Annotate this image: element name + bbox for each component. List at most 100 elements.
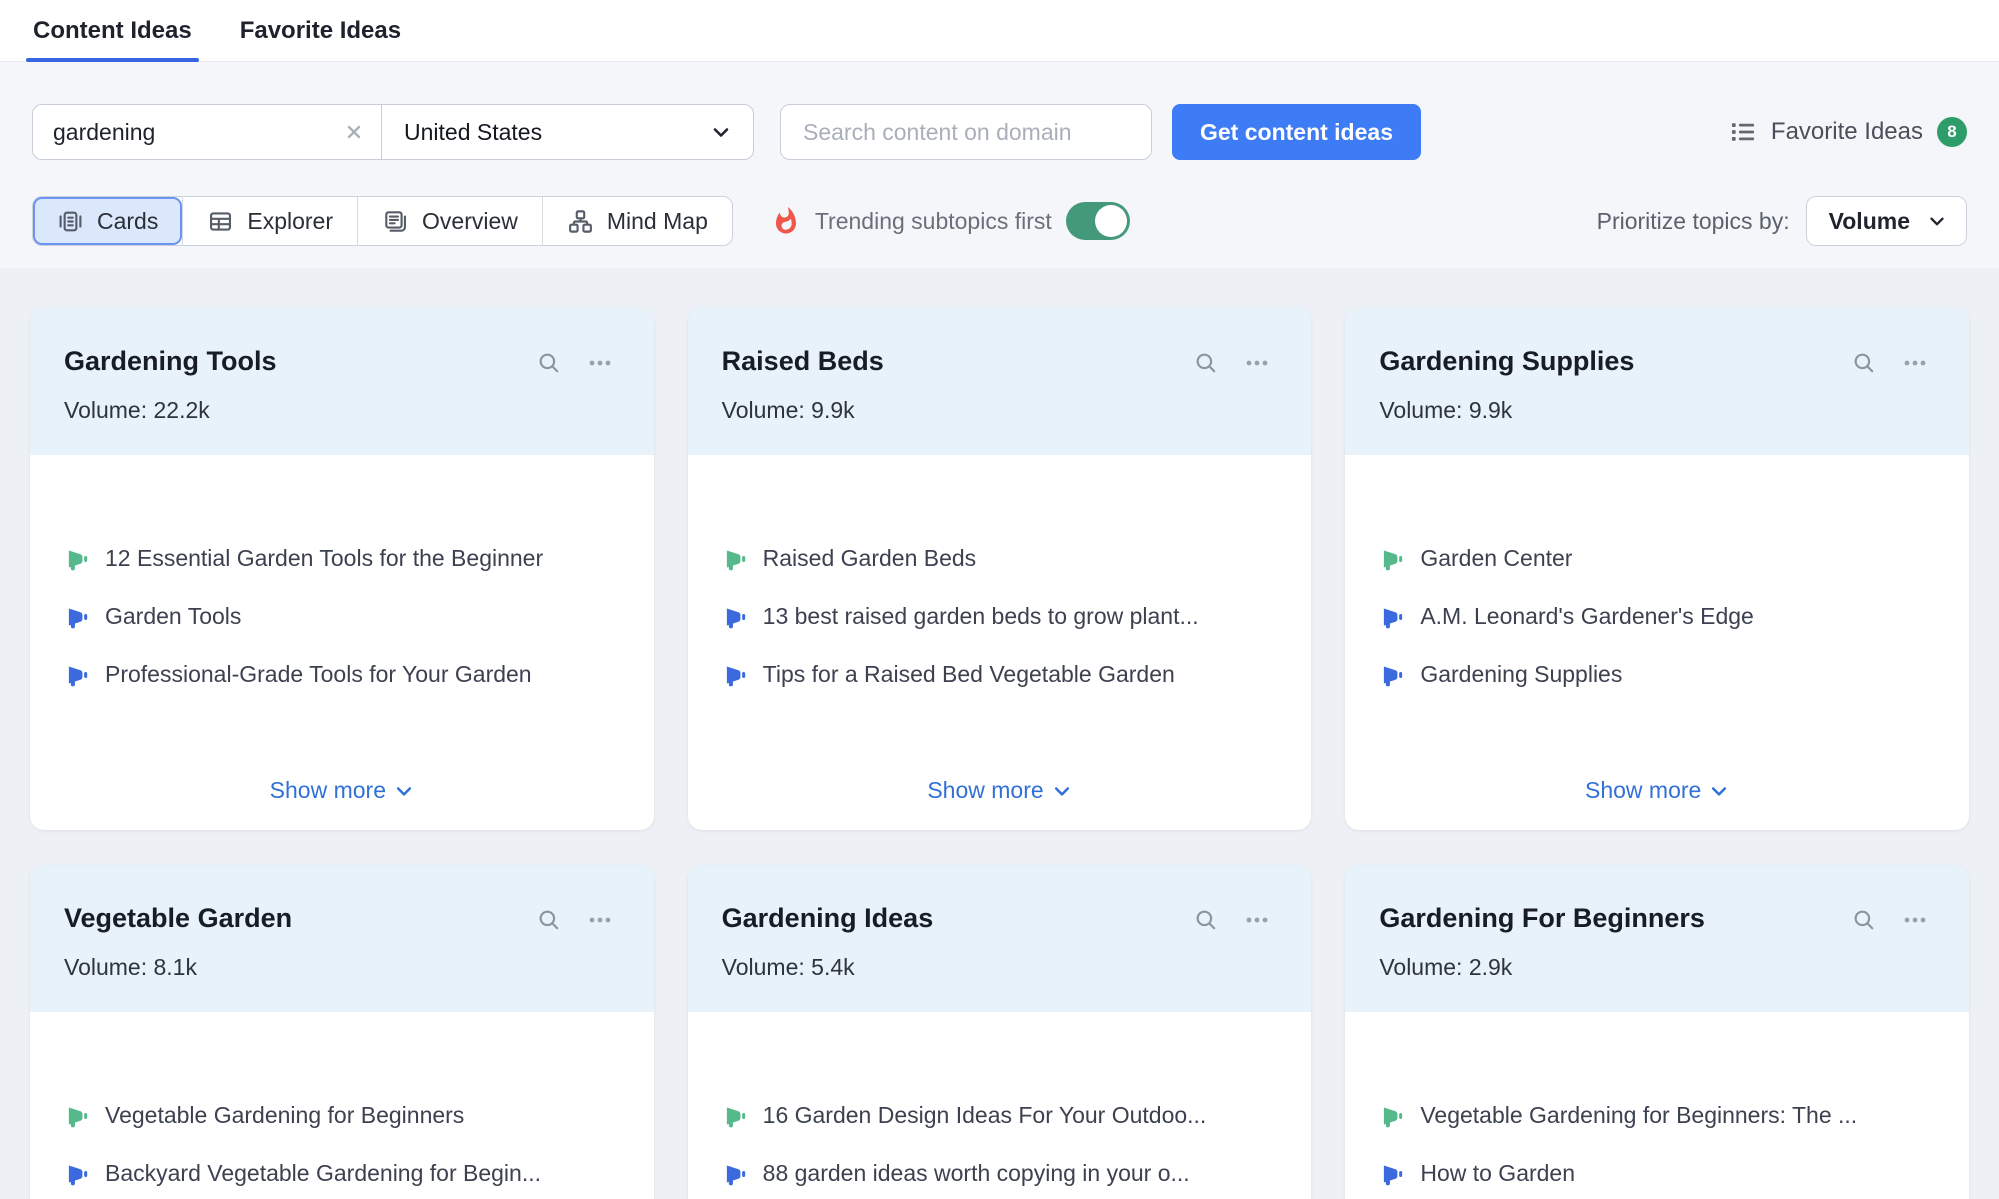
chevron-down-icon xyxy=(394,781,414,801)
subtopic-title: Gardening Supplies xyxy=(1420,661,1622,688)
keyword-country-combo: United States xyxy=(32,104,754,160)
subtopic-item[interactable]: Raised Garden Beds xyxy=(722,545,1278,572)
card-volume: Volume: 2.9k xyxy=(1379,954,1929,981)
subtopic-item[interactable]: 16 Garden Design Ideas For Your Outdoo..… xyxy=(722,1102,1278,1129)
chevron-down-icon xyxy=(1709,781,1729,801)
view-tab-explorer-label: Explorer xyxy=(247,208,333,235)
keyword-input[interactable] xyxy=(53,119,343,146)
cards-view-icon xyxy=(57,208,84,235)
card-header: Raised Beds Volume: 9.9k xyxy=(688,308,1312,455)
card-header: Gardening For Beginners Volume: 2.9k xyxy=(1345,865,1969,1012)
search-icon[interactable] xyxy=(536,350,562,376)
chevron-down-icon xyxy=(1052,781,1072,801)
view-tab-cards-label: Cards xyxy=(97,208,158,235)
more-options-icon[interactable] xyxy=(1901,350,1929,376)
subtopic-item[interactable]: How to Garden xyxy=(1379,1160,1935,1187)
megaphone-icon xyxy=(64,546,90,572)
megaphone-icon xyxy=(722,546,748,572)
subtopic-title: Backyard Vegetable Gardening for Begin..… xyxy=(105,1160,541,1187)
topic-card: Gardening Tools Volume: 22.2k 12 Essenti… xyxy=(30,308,654,830)
clear-keyword-icon[interactable] xyxy=(343,121,365,143)
topic-cards-grid: Gardening Tools Volume: 22.2k 12 Essenti… xyxy=(0,268,1999,1199)
get-content-ideas-button[interactable]: Get content ideas xyxy=(1172,104,1421,160)
more-options-icon[interactable] xyxy=(586,350,614,376)
subtopic-item[interactable]: Garden Center xyxy=(1379,545,1935,572)
list-icon xyxy=(1729,118,1757,146)
megaphone-icon xyxy=(722,662,748,688)
subtopic-title: 16 Garden Design Ideas For Your Outdoo..… xyxy=(763,1102,1207,1129)
more-options-icon[interactable] xyxy=(1243,350,1271,376)
subtopic-title: Raised Garden Beds xyxy=(763,545,977,572)
view-tab-cards[interactable]: Cards xyxy=(33,197,182,245)
search-icon[interactable] xyxy=(536,907,562,933)
megaphone-icon xyxy=(722,604,748,630)
subtopic-item[interactable]: 13 best raised garden beds to grow plant… xyxy=(722,603,1278,630)
subtopic-title: 88 garden ideas worth copying in your o.… xyxy=(763,1160,1190,1187)
subtopic-item[interactable]: Backyard Vegetable Gardening for Begin..… xyxy=(64,1160,620,1187)
card-volume: Volume: 5.4k xyxy=(722,954,1272,981)
toggle-knob xyxy=(1095,205,1127,237)
card-body: 16 Garden Design Ideas For Your Outdoo..… xyxy=(688,1012,1312,1199)
subtopic-item[interactable]: 12 Essential Garden Tools for the Beginn… xyxy=(64,545,620,572)
view-controls-row: Cards Explorer xyxy=(32,196,1967,246)
view-tab-explorer[interactable]: Explorer xyxy=(182,197,357,245)
subtopic-item[interactable]: Vegetable Gardening for Beginners: The .… xyxy=(1379,1102,1935,1129)
subtopic-item[interactable]: 88 garden ideas worth copying in your o.… xyxy=(722,1160,1278,1187)
more-options-icon[interactable] xyxy=(586,907,614,933)
subtopic-title: Professional-Grade Tools for Your Garden xyxy=(105,661,532,688)
megaphone-icon xyxy=(1379,546,1405,572)
subtopic-item[interactable]: Vegetable Gardening for Beginners xyxy=(64,1102,620,1129)
subtopic-item[interactable]: Tips for a Raised Bed Vegetable Garden xyxy=(722,661,1278,688)
search-icon[interactable] xyxy=(1193,907,1219,933)
view-tab-mindmap[interactable]: Mind Map xyxy=(542,197,732,245)
prioritize-select[interactable]: Volume xyxy=(1806,196,1967,246)
country-select[interactable]: United States xyxy=(381,105,753,159)
subtopic-item[interactable]: Professional-Grade Tools for Your Garden xyxy=(64,661,620,688)
country-select-value: United States xyxy=(404,119,542,146)
megaphone-icon xyxy=(64,662,90,688)
trending-subtopics-control: Trending subtopics first xyxy=(771,202,1130,240)
prioritize-select-value: Volume xyxy=(1829,208,1910,235)
search-icon[interactable] xyxy=(1851,907,1877,933)
flame-icon xyxy=(771,206,801,236)
prioritize-label: Prioritize topics by: xyxy=(1597,208,1790,235)
card-volume: Volume: 22.2k xyxy=(64,397,614,424)
more-options-icon[interactable] xyxy=(1901,907,1929,933)
domain-search-input[interactable] xyxy=(780,104,1152,160)
show-more-link[interactable]: Show more xyxy=(1585,777,1729,804)
mindmap-view-icon xyxy=(567,208,594,235)
topic-card: Gardening Ideas Volume: 5.4k 16 Garden D… xyxy=(688,865,1312,1199)
subtopic-title: How to Garden xyxy=(1420,1160,1575,1187)
search-icon[interactable] xyxy=(1193,350,1219,376)
view-tab-overview[interactable]: Overview xyxy=(357,197,542,245)
subtopic-item[interactable]: Garden Tools xyxy=(64,603,620,630)
card-body: 12 Essential Garden Tools for the Beginn… xyxy=(30,455,654,830)
megaphone-icon xyxy=(722,1161,748,1187)
trending-toggle[interactable] xyxy=(1066,202,1130,240)
show-more-link[interactable]: Show more xyxy=(270,777,414,804)
subtopic-item[interactable]: Gardening Supplies xyxy=(1379,661,1935,688)
subtopic-item[interactable]: A.M. Leonard's Gardener's Edge xyxy=(1379,603,1935,630)
tab-favorite-ideas[interactable]: Favorite Ideas xyxy=(240,0,401,61)
subtopic-title: Tips for a Raised Bed Vegetable Garden xyxy=(763,661,1175,688)
keyword-field-wrap xyxy=(33,105,381,159)
card-volume: Volume: 9.9k xyxy=(1379,397,1929,424)
megaphone-icon xyxy=(64,604,90,630)
card-title: Gardening For Beginners xyxy=(1379,903,1851,934)
view-tab-overview-label: Overview xyxy=(422,208,518,235)
toolbar: United States Get content ideas xyxy=(0,62,1999,268)
card-header: Gardening Tools Volume: 22.2k xyxy=(30,308,654,455)
more-options-icon[interactable] xyxy=(1243,907,1271,933)
megaphone-icon xyxy=(722,1103,748,1129)
megaphone-icon xyxy=(1379,1103,1405,1129)
subtopic-title: Vegetable Gardening for Beginners: The .… xyxy=(1420,1102,1857,1129)
show-more-link[interactable]: Show more xyxy=(927,777,1071,804)
tab-content-ideas[interactable]: Content Ideas xyxy=(33,0,192,61)
card-title: Raised Beds xyxy=(722,346,1194,377)
search-icon[interactable] xyxy=(1851,350,1877,376)
overview-view-icon xyxy=(382,208,409,235)
subtopic-title: Garden Tools xyxy=(105,603,241,630)
favorite-ideas-link[interactable]: Favorite Ideas 8 xyxy=(1729,117,1967,147)
card-body: Vegetable Gardening for Beginners: The .… xyxy=(1345,1012,1969,1199)
favorites-count-badge: 8 xyxy=(1937,117,1967,147)
